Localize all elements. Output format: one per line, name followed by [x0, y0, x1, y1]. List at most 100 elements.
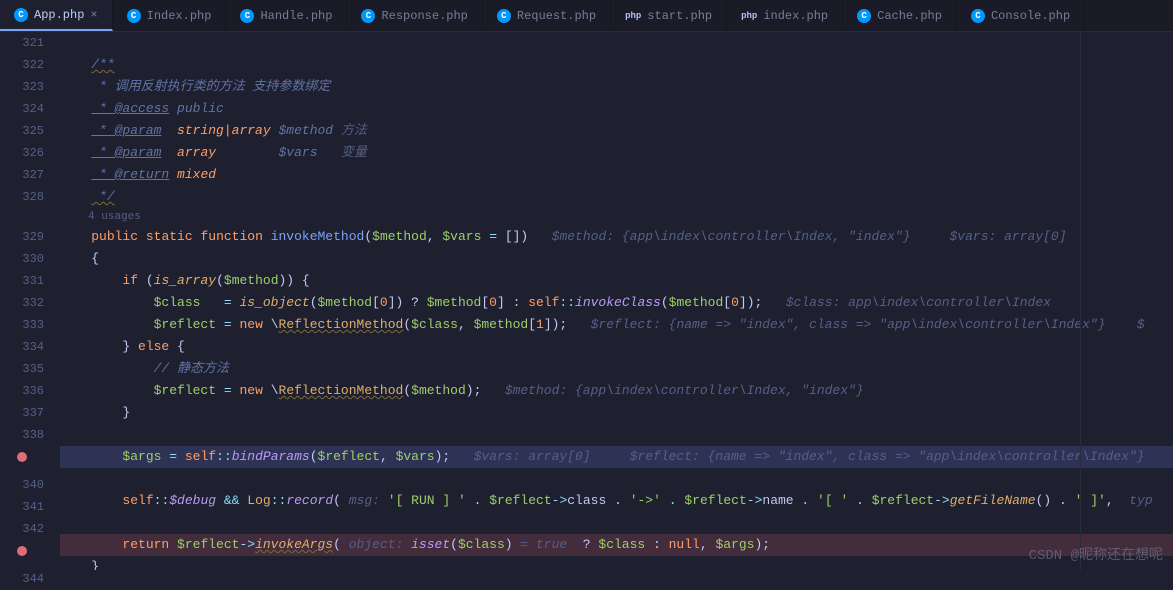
inline-hint: $class: app\index\controller\Index	[786, 295, 1051, 310]
var: $class	[154, 295, 201, 310]
doc-type: array	[177, 145, 216, 160]
usages-hint[interactable]: 4 usages	[60, 208, 1173, 226]
var: $method	[427, 295, 482, 310]
inline-hint: $method: {app\index\controller\Index, "i…	[505, 383, 864, 398]
method: record	[286, 493, 333, 508]
kw-isset: isset	[411, 537, 450, 552]
tab-console-php[interactable]: CConsole.php	[957, 0, 1085, 31]
method: invokeArgs	[255, 537, 333, 552]
line-number: 324	[0, 98, 44, 120]
var: $method	[474, 317, 529, 332]
num: 0	[380, 295, 388, 310]
kw-new: new	[239, 383, 262, 398]
tab-handle-php[interactable]: C Handle.php	[226, 0, 347, 31]
php-class-icon: C	[240, 9, 254, 23]
self: self	[185, 449, 216, 464]
fn-name: invokeMethod	[271, 229, 365, 244]
line-number: 323	[0, 76, 44, 98]
line-number: 334	[0, 336, 44, 358]
breakpoint[interactable]	[0, 452, 44, 474]
inline-hint: = true	[520, 537, 567, 552]
line-number: 325	[0, 120, 44, 142]
kw-null: null	[669, 537, 700, 552]
line-number: 341	[0, 496, 44, 518]
var: $method	[669, 295, 724, 310]
string: '[ '	[817, 493, 848, 508]
tab-app-php[interactable]: C App.php ×	[0, 0, 113, 31]
param: $vars	[442, 229, 481, 244]
method: getFileName	[950, 493, 1036, 508]
prop: $debug	[169, 493, 216, 508]
tab-label: start.php	[647, 9, 712, 23]
doc-comment: 变量	[341, 145, 367, 160]
fn-call: is_object	[239, 295, 309, 310]
kw-new: new	[239, 317, 262, 332]
var: $method	[224, 273, 279, 288]
php-class-icon: C	[857, 9, 871, 23]
var: $vars	[396, 449, 435, 464]
var: $class	[458, 537, 505, 552]
tab-label: Index.php	[147, 9, 212, 23]
var: $class	[598, 537, 645, 552]
tab-cache-php[interactable]: CCache.php	[843, 0, 957, 31]
brace: }	[91, 559, 99, 570]
var: $class	[411, 317, 458, 332]
var: $reflect	[872, 493, 934, 508]
tab-index-php[interactable]: C Index.php	[113, 0, 227, 31]
doc-desc: * 调用反射执行类的方法 支持参数绑定	[91, 79, 330, 94]
kw-public: public	[91, 229, 138, 244]
line-number: 342	[0, 518, 44, 540]
doc-tag: * @param	[91, 145, 161, 160]
comment: // 静态方法	[154, 361, 229, 376]
doc-tag: * @param	[91, 123, 161, 138]
line-number: 338	[0, 424, 44, 446]
line-number: 329	[0, 226, 44, 248]
gutter[interactable]: 321 322 323 324 325 326 327 328 329 330 …	[0, 32, 60, 570]
php-file-icon: php	[625, 11, 641, 21]
num: 1	[536, 317, 544, 332]
inline-hint: $reflect: {name => "index", class => "ap…	[591, 317, 1145, 332]
line-number: 322	[0, 54, 44, 76]
class: ReflectionMethod	[279, 383, 404, 398]
method: bindParams	[232, 449, 310, 464]
tab-label: Handle.php	[260, 9, 332, 23]
tab-request-php[interactable]: CRequest.php	[483, 0, 611, 31]
num: 0	[731, 295, 739, 310]
tab-label: index.php	[763, 9, 828, 23]
tab-label: App.php	[34, 8, 84, 22]
php-class-icon: C	[497, 9, 511, 23]
editor: 321 322 323 324 325 326 327 328 329 330 …	[0, 32, 1173, 570]
php-class-icon: C	[127, 9, 141, 23]
var: $method	[318, 295, 373, 310]
close-icon[interactable]: ×	[90, 8, 97, 22]
line-number: 332	[0, 292, 44, 314]
line-number: 333	[0, 314, 44, 336]
gutter-spacer	[0, 208, 44, 226]
line-number: 326	[0, 142, 44, 164]
class: Log	[247, 493, 270, 508]
kw-return: return	[122, 537, 169, 552]
string: '[ RUN ] '	[388, 493, 466, 508]
php-class-icon: C	[361, 9, 375, 23]
line-number: 330	[0, 248, 44, 270]
self: self	[122, 493, 153, 508]
line-number: 331	[0, 270, 44, 292]
param: $method	[372, 229, 427, 244]
inline-hint: $vars: array[0] $reflect: {name => "inde…	[474, 449, 1145, 464]
code-area[interactable]: /** * 调用反射执行类的方法 支持参数绑定 * @access public…	[60, 32, 1173, 570]
breakpoint[interactable]	[0, 546, 44, 568]
line-number: 327	[0, 164, 44, 186]
tab-indexfile-php[interactable]: phpindex.php	[727, 0, 843, 31]
doc-type: mixed	[177, 167, 216, 182]
tab-start-php[interactable]: php start.php	[611, 0, 727, 31]
tab-response-php[interactable]: CResponse.php	[347, 0, 482, 31]
php-class-icon: C	[971, 9, 985, 23]
margin-guide	[1080, 32, 1081, 570]
fn-call: is_array	[154, 273, 216, 288]
param-hint: msg:	[349, 493, 380, 508]
kw-static: static	[146, 229, 193, 244]
doc-tag: * @access	[91, 101, 169, 116]
watermark: CSDN @昵称还在想呢	[1029, 544, 1163, 564]
var: $args	[122, 449, 161, 464]
doc-comment: 方法	[341, 123, 367, 138]
